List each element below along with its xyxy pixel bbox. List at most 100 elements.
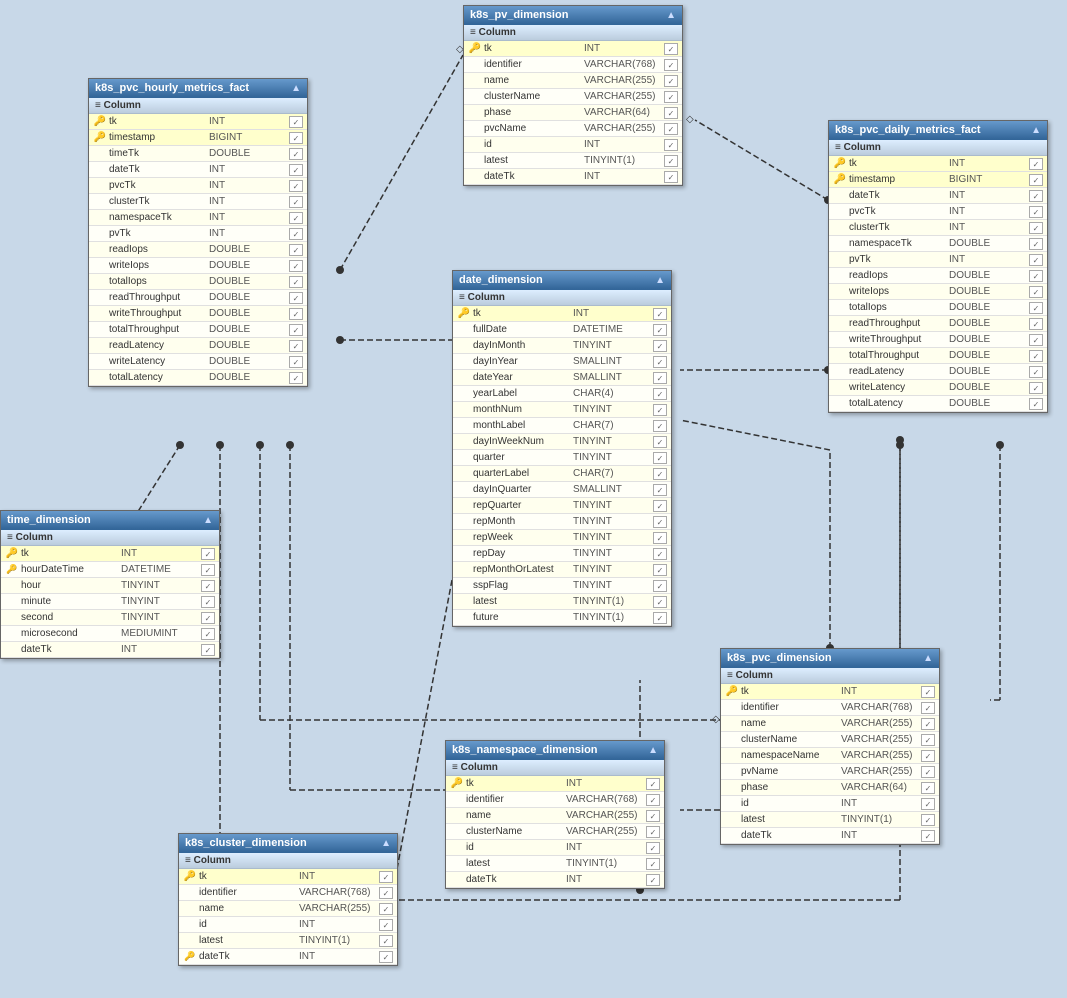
column-checkbox[interactable] <box>921 766 935 778</box>
column-checkbox[interactable] <box>646 826 660 838</box>
table-header-k8s_namespace_dimension[interactable]: k8s_namespace_dimension▲ <box>446 741 664 760</box>
column-checkbox[interactable] <box>653 516 667 528</box>
column-checkbox[interactable] <box>921 734 935 746</box>
column-checkbox[interactable] <box>653 564 667 576</box>
column-checkbox[interactable] <box>289 260 303 272</box>
column-checkbox[interactable] <box>201 628 215 640</box>
table-header-k8s_pv_dimension[interactable]: k8s_pv_dimension▲ <box>464 6 682 25</box>
column-checkbox[interactable] <box>201 596 215 608</box>
table-collapse-icon-k8s_pvc_hourly_metrics_fact[interactable]: ▲ <box>291 83 301 94</box>
column-checkbox[interactable] <box>653 404 667 416</box>
column-checkbox[interactable] <box>1029 270 1043 282</box>
column-checkbox[interactable] <box>653 388 667 400</box>
column-checkbox[interactable] <box>379 871 393 883</box>
column-checkbox[interactable] <box>379 951 393 963</box>
column-checkbox[interactable] <box>646 874 660 886</box>
column-checkbox[interactable] <box>653 580 667 592</box>
column-checkbox[interactable] <box>921 686 935 698</box>
column-checkbox[interactable] <box>653 452 667 464</box>
column-checkbox[interactable] <box>646 778 660 790</box>
column-checkbox[interactable] <box>1029 190 1043 202</box>
table-header-k8s_pvc_hourly_metrics_fact[interactable]: k8s_pvc_hourly_metrics_fact▲ <box>89 79 307 98</box>
column-checkbox[interactable] <box>201 580 215 592</box>
column-checkbox[interactable] <box>921 830 935 842</box>
column-checkbox[interactable] <box>201 644 215 656</box>
column-checkbox[interactable] <box>289 148 303 160</box>
column-checkbox[interactable] <box>646 842 660 854</box>
table-collapse-icon-k8s_namespace_dimension[interactable]: ▲ <box>648 745 658 756</box>
column-checkbox[interactable] <box>379 903 393 915</box>
column-checkbox[interactable] <box>289 356 303 368</box>
column-checkbox[interactable] <box>289 292 303 304</box>
column-checkbox[interactable] <box>664 75 678 87</box>
column-checkbox[interactable] <box>664 107 678 119</box>
column-checkbox[interactable] <box>289 228 303 240</box>
column-checkbox[interactable] <box>379 887 393 899</box>
table-header-date_dimension[interactable]: date_dimension▲ <box>453 271 671 290</box>
column-checkbox[interactable] <box>289 324 303 336</box>
column-checkbox[interactable] <box>1029 158 1043 170</box>
column-checkbox[interactable] <box>653 372 667 384</box>
column-checkbox[interactable] <box>664 155 678 167</box>
column-checkbox[interactable] <box>664 139 678 151</box>
column-checkbox[interactable] <box>1029 174 1043 186</box>
column-checkbox[interactable] <box>646 810 660 822</box>
column-checkbox[interactable] <box>646 858 660 870</box>
column-checkbox[interactable] <box>379 919 393 931</box>
column-checkbox[interactable] <box>653 596 667 608</box>
column-checkbox[interactable] <box>1029 350 1043 362</box>
column-checkbox[interactable] <box>653 340 667 352</box>
column-checkbox[interactable] <box>289 276 303 288</box>
column-checkbox[interactable] <box>653 308 667 320</box>
table-collapse-icon-time_dimension[interactable]: ▲ <box>203 515 213 526</box>
column-checkbox[interactable] <box>653 484 667 496</box>
column-checkbox[interactable] <box>1029 254 1043 266</box>
table-collapse-icon-date_dimension[interactable]: ▲ <box>655 275 665 286</box>
column-checkbox[interactable] <box>289 340 303 352</box>
table-collapse-icon-k8s_cluster_dimension[interactable]: ▲ <box>381 838 391 849</box>
column-checkbox[interactable] <box>1029 366 1043 378</box>
column-checkbox[interactable] <box>664 123 678 135</box>
column-checkbox[interactable] <box>653 500 667 512</box>
column-checkbox[interactable] <box>646 794 660 806</box>
column-checkbox[interactable] <box>921 798 935 810</box>
column-checkbox[interactable] <box>1029 302 1043 314</box>
column-checkbox[interactable] <box>1029 334 1043 346</box>
column-checkbox[interactable] <box>1029 286 1043 298</box>
column-checkbox[interactable] <box>201 564 215 576</box>
column-checkbox[interactable] <box>653 468 667 480</box>
column-checkbox[interactable] <box>921 750 935 762</box>
column-checkbox[interactable] <box>653 612 667 624</box>
column-checkbox[interactable] <box>653 420 667 432</box>
column-checkbox[interactable] <box>921 782 935 794</box>
column-checkbox[interactable] <box>289 116 303 128</box>
column-checkbox[interactable] <box>921 702 935 714</box>
column-checkbox[interactable] <box>921 718 935 730</box>
column-checkbox[interactable] <box>1029 222 1043 234</box>
table-header-time_dimension[interactable]: time_dimension▲ <box>1 511 219 530</box>
column-checkbox[interactable] <box>921 814 935 826</box>
column-checkbox[interactable] <box>653 436 667 448</box>
table-header-k8s_pvc_daily_metrics_fact[interactable]: k8s_pvc_daily_metrics_fact▲ <box>829 121 1047 140</box>
column-checkbox[interactable] <box>201 548 215 560</box>
column-checkbox[interactable] <box>289 196 303 208</box>
column-checkbox[interactable] <box>289 244 303 256</box>
column-checkbox[interactable] <box>653 548 667 560</box>
column-checkbox[interactable] <box>289 212 303 224</box>
column-checkbox[interactable] <box>653 532 667 544</box>
column-checkbox[interactable] <box>664 43 678 55</box>
column-checkbox[interactable] <box>201 612 215 624</box>
column-checkbox[interactable] <box>1029 238 1043 250</box>
table-collapse-icon-k8s_pvc_daily_metrics_fact[interactable]: ▲ <box>1031 125 1041 136</box>
column-checkbox[interactable] <box>1029 318 1043 330</box>
column-checkbox[interactable] <box>289 132 303 144</box>
column-checkbox[interactable] <box>1029 398 1043 410</box>
column-checkbox[interactable] <box>289 180 303 192</box>
column-checkbox[interactable] <box>1029 206 1043 218</box>
column-checkbox[interactable] <box>289 308 303 320</box>
table-collapse-icon-k8s_pvc_dimension[interactable]: ▲ <box>923 653 933 664</box>
column-checkbox[interactable] <box>289 164 303 176</box>
column-checkbox[interactable] <box>653 324 667 336</box>
column-checkbox[interactable] <box>664 59 678 71</box>
column-checkbox[interactable] <box>653 356 667 368</box>
